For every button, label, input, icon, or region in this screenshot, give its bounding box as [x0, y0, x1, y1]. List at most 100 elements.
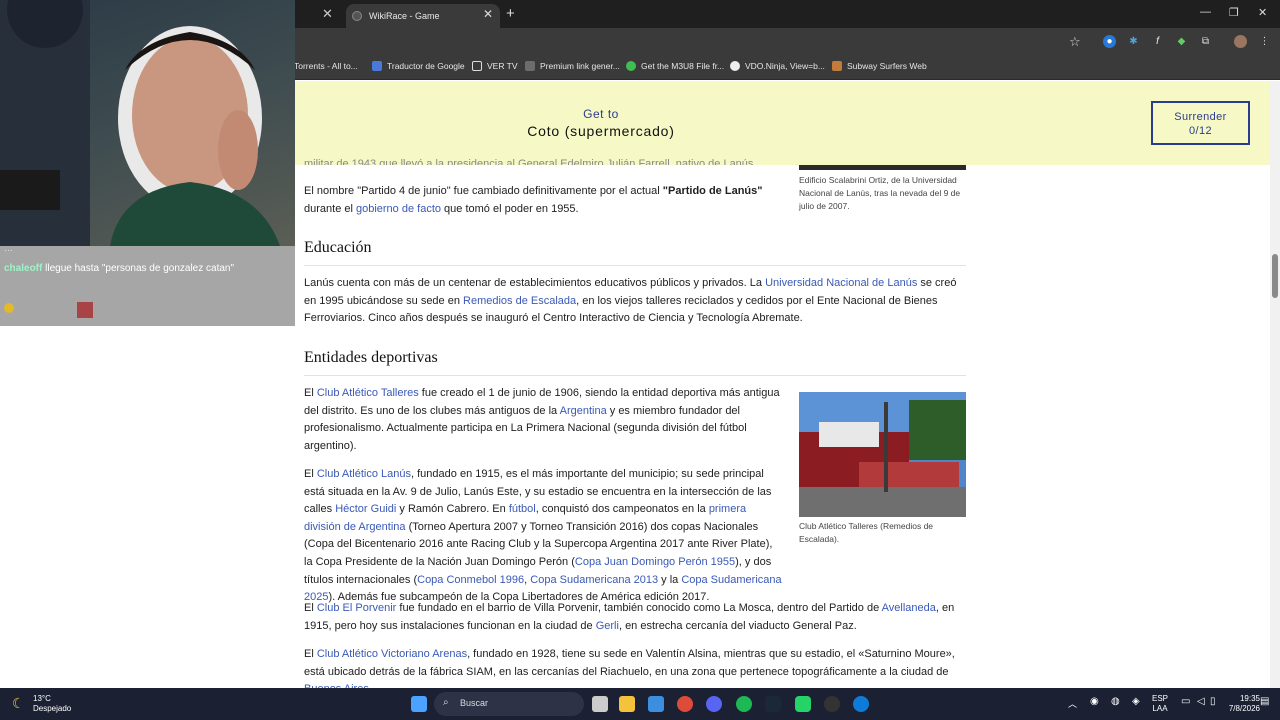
chat-message-partial: … — [4, 243, 13, 253]
taskbar: ☾ 13°C Despejado ⌕ Buscar ︿ ◉ ◍ ◈ ESP LAA… — [0, 688, 1280, 720]
whatsapp-icon[interactable] — [795, 696, 811, 712]
minimize-icon[interactable]: — — [1200, 6, 1211, 18]
link[interactable]: Copa Sudamericana 2013 — [530, 574, 658, 586]
discord-icon[interactable] — [706, 696, 722, 712]
clock[interactable]: 19:35 7/8/2026 — [1220, 694, 1260, 714]
profile-avatar[interactable] — [1234, 35, 1247, 48]
maximize-icon[interactable]: ❐ — [1229, 6, 1239, 19]
tab-title: WikiRace - Game — [369, 11, 440, 21]
vdo-ninja-icon — [730, 61, 740, 71]
image-caption: Edificio Scalabrini Ortiz, de la Univers… — [799, 175, 961, 211]
edge-icon[interactable] — [853, 696, 869, 712]
screen: ✕ WikiRace - Game ✕ + — ❐ ✕ ☆ ● ✱ f ◆ ⧉ … — [0, 0, 1280, 720]
network-icon[interactable]: ▭ — [1181, 696, 1190, 707]
chat-text: llegue hasta "personas de gonzalez catan… — [45, 263, 235, 274]
get-to-label: Get to — [583, 107, 619, 121]
paragraph: El Club El Porvenir fue fundado en el ba… — [304, 602, 955, 632]
streamer-video — [0, 0, 280, 246]
steam-tray-icon[interactable]: ◉ — [1090, 696, 1099, 707]
notifications-icon[interactable]: ▤ — [1260, 696, 1269, 707]
bookmark-item[interactable]: Traductor de Google — [372, 61, 465, 71]
paragraph: El nombre "Partido 4 de junio" fue cambi… — [304, 185, 763, 215]
chat-message: chaleoff llegue hasta "personas de gonza… — [4, 262, 291, 275]
bookmark-item[interactable]: VER TV — [472, 61, 518, 71]
bookmark-item[interactable]: Subway Surfers Web — [832, 61, 927, 71]
wikirace-favicon-icon — [352, 11, 362, 21]
active-tab[interactable]: WikiRace - Game ✕ — [346, 4, 500, 28]
battery-icon[interactable]: ▯ — [1210, 696, 1216, 707]
partial-paragraph: militar de 1943 que llevó a la presidenc… — [304, 158, 757, 165]
chat-message — [4, 302, 93, 318]
search-icon: ⌕ — [443, 697, 449, 708]
stream-chat-overlay: … chaleoff llegue hasta "personas de gon… — [0, 243, 295, 326]
steam-icon[interactable] — [765, 696, 781, 712]
close-tab-icon[interactable]: ✕ — [483, 7, 493, 21]
subway-surfers-icon — [832, 61, 842, 71]
link[interactable]: Club El Porvenir — [317, 602, 396, 614]
menu-dots-icon[interactable]: ⋮ — [1258, 35, 1271, 48]
paragraph: Lanús cuenta con más de un centenar de e… — [304, 277, 957, 325]
font-extension-icon[interactable]: f — [1151, 35, 1164, 48]
link[interactable]: Argentina — [560, 405, 607, 417]
translate-extension-icon[interactable]: ✱ — [1127, 35, 1140, 48]
image-caption: Club Atlético Talleres (Remedios de Esca… — [799, 521, 934, 544]
volume-icon[interactable]: ◁ — [1197, 696, 1205, 707]
obs-icon[interactable] — [824, 696, 840, 712]
link[interactable]: Gerli — [596, 620, 619, 632]
target-article: Coto (supermercado) — [527, 123, 675, 139]
link[interactable]: fútbol — [509, 503, 536, 515]
link[interactable]: Copa Juan Domingo Perón 1955 — [575, 556, 735, 568]
bookmark-item[interactable]: VDO.Ninja, View=b... — [730, 61, 825, 71]
file-explorer-icon[interactable] — [619, 696, 635, 712]
task-view-icon[interactable] — [592, 696, 608, 712]
surrender-button[interactable]: Surrender 0/12 — [1151, 101, 1250, 145]
page-scrollbar[interactable] — [1270, 81, 1280, 688]
discord-tray-icon[interactable]: ◍ — [1111, 696, 1120, 707]
weather-widget[interactable]: 13°C Despejado — [33, 694, 71, 714]
language-indicator[interactable]: ESP LAA — [1152, 694, 1168, 714]
link[interactable]: Copa Conmebol 1996 — [417, 574, 524, 586]
photos-icon[interactable] — [648, 696, 664, 712]
m3u8-icon — [626, 61, 636, 71]
spotify-icon[interactable] — [736, 696, 752, 712]
window-close-icon[interactable]: ✕ — [1258, 6, 1267, 19]
link[interactable]: Club Atlético Lanús — [317, 468, 411, 480]
scrollbar-thumb[interactable] — [1272, 254, 1278, 298]
new-tab-icon[interactable]: + — [506, 5, 515, 22]
paragraph: El Club Atlético Victoriano Arenas, fund… — [304, 646, 966, 688]
emote-icon — [76, 302, 93, 318]
surrender-count: 0/12 — [1188, 125, 1212, 137]
tray-app-icon[interactable]: ◈ — [1132, 696, 1140, 707]
chrome-icon[interactable] — [677, 696, 693, 712]
close-icon[interactable]: ✕ — [322, 6, 333, 22]
game-banner: Get to Coto (supermercado) Surrender 0/1… — [295, 81, 1270, 165]
article-image — [799, 165, 966, 170]
link[interactable]: Club Atlético Talleres — [317, 387, 419, 399]
bookmark-item[interactable]: Premium link gener... — [525, 61, 620, 71]
link[interactable]: Club Atlético Victoriano Arenas — [317, 648, 467, 660]
windows-start-icon[interactable] — [411, 696, 427, 712]
link[interactable]: Avellaneda — [882, 602, 936, 614]
bookmark-star-icon[interactable]: ☆ — [1069, 34, 1081, 50]
extension-icon[interactable]: ● — [1103, 35, 1116, 48]
club-photo — [799, 392, 966, 517]
surrender-label: Surrender — [1174, 111, 1227, 123]
emote-icon — [4, 302, 14, 313]
folder-icon — [472, 61, 482, 71]
bookmark-item[interactable]: Torrents - All to... — [294, 61, 358, 71]
paragraph: El Club Atlético Talleres fue creado el … — [304, 387, 780, 452]
bookmark-item[interactable]: Get the M3U8 File fr... — [626, 61, 724, 71]
tray-expand-icon[interactable]: ︿ — [1068, 697, 1077, 710]
moon-weather-icon: ☾ — [12, 695, 25, 711]
taskbar-search[interactable]: ⌕ Buscar — [434, 692, 584, 716]
paragraph: El Club Atlético Lanús, fundado en 1915,… — [304, 468, 782, 604]
link[interactable]: Héctor Guidi — [335, 503, 396, 515]
extensions-puzzle-icon[interactable]: ⧉ — [1199, 35, 1212, 48]
section-heading-deportes: Entidades deportivas — [304, 349, 966, 376]
link[interactable]: Remedios de Escalada — [463, 295, 576, 307]
club-talleres-image[interactable] — [799, 392, 966, 517]
link[interactable]: gobierno de facto — [356, 203, 441, 215]
google-translate-icon — [372, 61, 382, 71]
link[interactable]: Universidad Nacional de Lanús — [765, 277, 917, 289]
leaf-extension-icon[interactable]: ◆ — [1175, 35, 1188, 48]
